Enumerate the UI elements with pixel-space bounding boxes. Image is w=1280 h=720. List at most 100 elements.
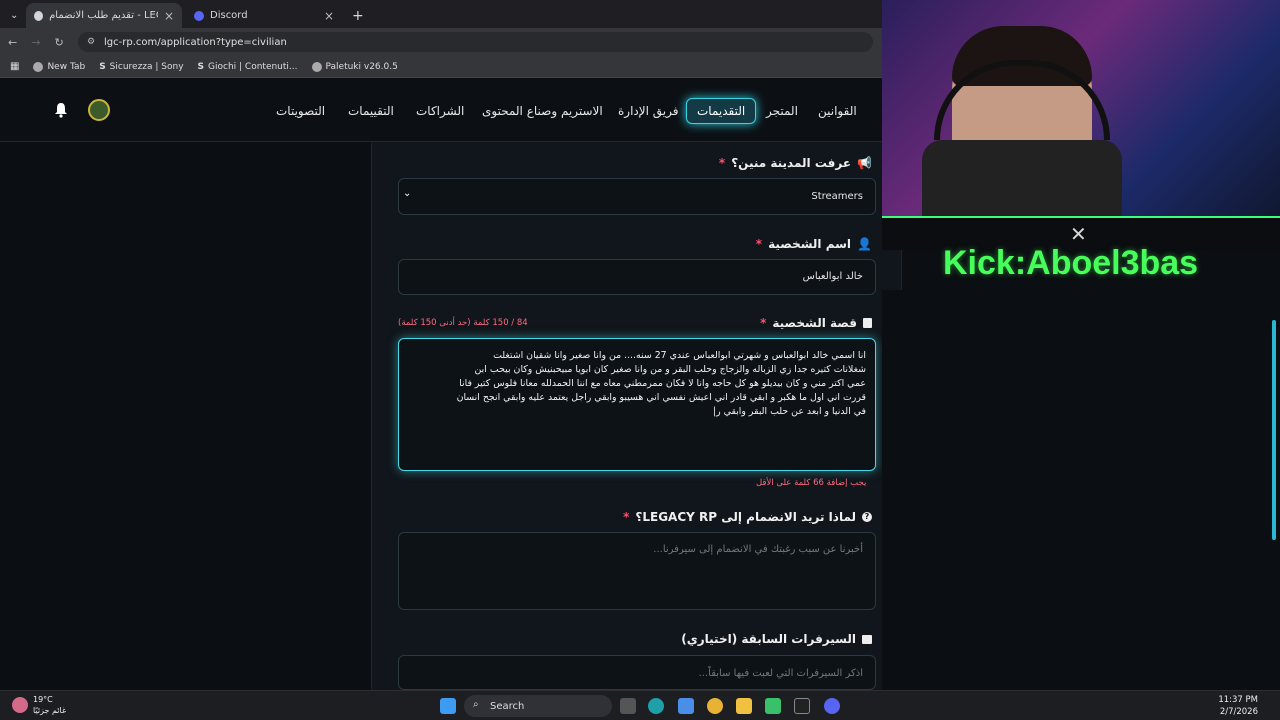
required-mark: * [760, 316, 767, 330]
reload-icon[interactable]: ↻ [54, 36, 63, 49]
right-blank-area [882, 290, 1280, 690]
required-mark: * [755, 237, 763, 251]
globe-icon [311, 61, 322, 72]
bookmark-new-tab[interactable]: New Tab [33, 61, 86, 72]
story-line: شغلانات كتيره جدا زي الزباله والزجاج وحل… [474, 364, 866, 375]
new-tab-button[interactable]: + [344, 3, 364, 28]
chrome-icon[interactable] [707, 698, 723, 714]
label-text: عرفت المدينة منين؟ [731, 156, 852, 170]
why-join-label: ? لماذا تريد الانضمام إلى LEGACY RP؟ * [623, 510, 872, 524]
tab-title: Discord [210, 10, 248, 21]
character-name-input[interactable]: خالد ابوالعباس [398, 259, 876, 295]
tab-discord[interactable]: Discord × [186, 3, 342, 28]
webcam-feed [882, 0, 1280, 216]
required-mark: * [718, 156, 726, 170]
taskbar-search[interactable]: ⌕ Search [464, 695, 612, 717]
app-green-icon[interactable] [765, 698, 781, 714]
address-bar-row: ← → ↻ ⚙ lgc-rp.com/application?type=civi… [0, 28, 882, 56]
story-line: قررت اني اول ما هكبر و ابقي قادر اني اعي… [456, 392, 866, 403]
search-label: Search [490, 700, 525, 712]
file-explorer-icon[interactable] [736, 698, 752, 714]
url-text: lgc-rp.com/application?type=civilian [104, 36, 287, 48]
s-logo-icon: S [197, 61, 205, 72]
windows-taskbar: 19°C غائم جزئيًا ⌕ Search 11:37 PM 2/7/2… [0, 690, 1280, 720]
nav-admin-team[interactable]: فريق الإدارة [618, 104, 678, 118]
user-icon: 👤 [857, 237, 872, 251]
bookmark-label: Giochi | Contenuti... [208, 61, 298, 72]
page-scrollbar[interactable] [1272, 320, 1276, 540]
weather-desc: غائم جزئيًا [33, 706, 67, 715]
bell-icon[interactable] [54, 102, 68, 118]
min-words-hint: يجب إضافة 66 كلمة على الأقل [756, 478, 867, 488]
select-value: Streamers [811, 191, 863, 202]
bookmarks-bar: ▦ New Tab S Sicurezza | Sony S Giochi | Co… [0, 56, 882, 78]
bookmark-label: Sicurezza | Sony [109, 61, 184, 72]
task-view-icon[interactable] [620, 698, 636, 714]
city-source-select[interactable]: Streamers ⌄ [398, 178, 876, 215]
story-line: في الدنيا و ابعد عن حلب البقر وابقي ر| [712, 406, 866, 417]
close-tab-icon[interactable]: × [164, 9, 174, 23]
textarea-placeholder: أخبرنا عن سبب رغبتك في الانضمام إلى سيرف… [653, 544, 863, 555]
label-text: اسم الشخصية [768, 237, 852, 251]
nav-store[interactable]: المتجر [766, 104, 798, 118]
url-input[interactable]: ⚙ lgc-rp.com/application?type=civilian [78, 32, 873, 52]
textarea-placeholder: اذكر السيرفرات التي لعبت فيها سابقاً... [698, 668, 863, 679]
app-dark-icon[interactable] [794, 698, 810, 714]
previous-servers-textarea[interactable]: اذكر السيرفرات التي لعبت فيها سابقاً... [398, 655, 876, 690]
forward-icon[interactable]: → [31, 36, 40, 49]
question-icon: ? [862, 512, 872, 522]
legacy-favicon-icon [34, 10, 44, 21]
label-text: لماذا تريد الانضمام إلى LEGACY RP؟ [635, 510, 856, 524]
bookmark-giochi[interactable]: S Giochi | Contenuti... [198, 62, 298, 72]
back-icon[interactable]: ← [8, 36, 17, 49]
x-logo-icon: ✕ [1070, 222, 1087, 246]
bookmark-sony[interactable]: S Sicurezza | Sony [99, 62, 183, 72]
tab-title: تقديم طلب الانضمام - LEGACY RP [49, 10, 158, 21]
weather-temp: 19°C [33, 695, 53, 704]
character-story-label: قصة الشخصية * [760, 316, 872, 330]
story-line: عمي اكتر مني و كان بيديلو هو كل حاجه وان… [459, 378, 866, 389]
weather-widget[interactable]: 19°C غائم جزئيًا [33, 694, 66, 716]
clock-date: 2/7/2026 [1219, 707, 1258, 717]
book-icon [863, 318, 872, 328]
tab-legacy[interactable]: تقديم طلب الانضمام - LEGACY RP × [26, 3, 182, 28]
chevron-down-icon: ⌄ [403, 188, 412, 199]
story-line: انا اسمي خالد ابوالعباس و شهرتي ابوالعبا… [493, 350, 866, 361]
bookmark-label: Paletuki v26.0.5 [325, 61, 398, 72]
megaphone-icon: 📢 [857, 156, 872, 170]
nav-applications[interactable]: التقديمات [686, 98, 757, 124]
store-icon[interactable] [678, 698, 694, 714]
chair [922, 140, 1122, 216]
tab-list-button[interactable]: ⌄ [2, 3, 22, 28]
character-name-label: 👤 اسم الشخصية * [756, 237, 872, 251]
site-info-icon[interactable]: ⚙ [87, 37, 95, 47]
discord-icon[interactable] [824, 698, 840, 714]
discord-favicon-icon [194, 10, 204, 21]
label-text: السيرفرات السابقة (اختياري) [681, 632, 856, 646]
site-navigation: القوانين المتجر التقديمات فريق الإدارة ا… [0, 80, 882, 142]
kick-handle: Kick:Aboel3bas [943, 244, 1199, 282]
clock-time: 11:37 PM [1218, 695, 1258, 705]
nav-ratings[interactable]: التقييمات [348, 104, 394, 118]
nav-streamers[interactable]: الاستريم وصناع المحتوى [482, 104, 603, 118]
nav-rules[interactable]: القوانين [818, 104, 857, 118]
required-mark: * [623, 510, 630, 524]
apps-grid-icon[interactable]: ▦ [10, 61, 19, 72]
browser-tab-bar: ⌄ تقديم طلب الانضمام - LEGACY RP × Disco… [0, 0, 882, 28]
bookmark-label: New Tab [47, 61, 86, 72]
close-tab-icon[interactable]: × [324, 9, 334, 23]
label-text: قصة الشخصية [772, 316, 857, 330]
windows-start-icon[interactable] [440, 698, 456, 714]
word-counter: 84 / 150 كلمة (حد أدنى 150 كلمة) [398, 318, 528, 328]
city-source-label: 📢 عرفت المدينة منين؟ * [719, 156, 872, 170]
bookmark-paletuki[interactable]: Paletuki v26.0.5 [311, 61, 398, 72]
why-join-textarea[interactable]: أخبرنا عن سبب رغبتك في الانضمام إلى سيرف… [398, 532, 876, 610]
globe-icon [33, 61, 44, 72]
taskbar-clock[interactable]: 11:37 PM 2/7/2026 [1218, 694, 1258, 718]
nav-votes[interactable]: التصويتات [276, 104, 325, 118]
user-avatar[interactable] [88, 99, 110, 121]
search-icon: ⌕ [473, 699, 479, 710]
nav-partners[interactable]: الشراكات [416, 104, 464, 118]
edge-icon[interactable] [648, 698, 664, 714]
weather-icon[interactable] [12, 697, 28, 713]
